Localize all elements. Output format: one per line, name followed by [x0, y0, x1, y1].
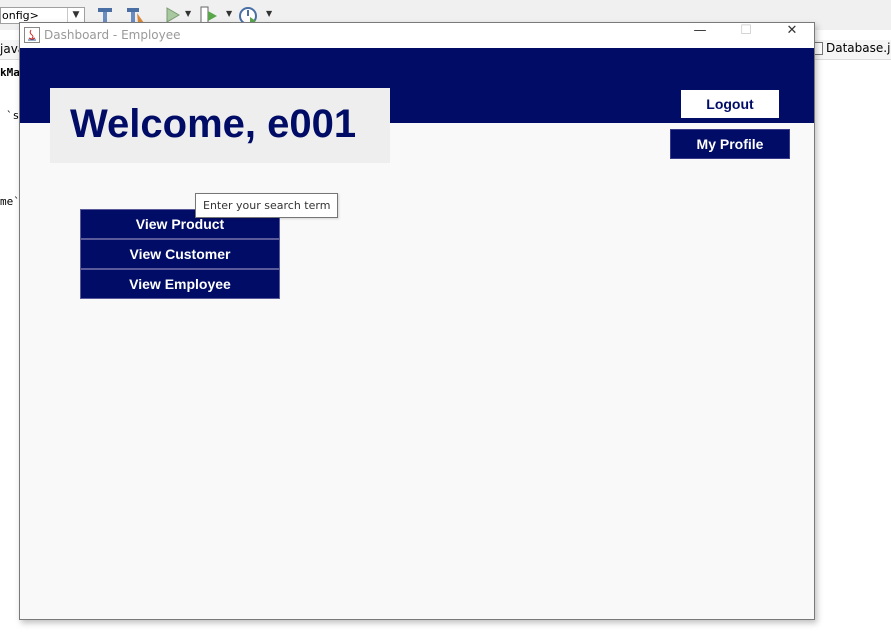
profile-dropdown-icon[interactable]: ▼: [266, 9, 272, 18]
code-fragment: me`: [0, 195, 20, 208]
view-employee-button[interactable]: View Employee: [80, 269, 280, 299]
code-fragment: kMa: [0, 66, 20, 79]
chevron-down-icon[interactable]: ▼: [67, 8, 84, 23]
title-bar[interactable]: Dashboard - Employee — ☐ ✕: [20, 23, 814, 48]
editor-tab-database[interactable]: Database.java: [812, 41, 891, 55]
search-tooltip: Enter your search term: [195, 193, 339, 218]
welcome-title: Welcome, e001: [70, 102, 357, 146]
minimize-icon[interactable]: —: [677, 23, 723, 48]
config-value: onfig>: [2, 9, 39, 22]
my-profile-button[interactable]: My Profile: [670, 129, 790, 159]
run-dropdown-icon[interactable]: ▼: [185, 9, 191, 18]
code-fragment: `s: [6, 109, 20, 122]
java-icon: [24, 27, 40, 43]
welcome-panel: Welcome, e001: [50, 88, 390, 163]
view-customer-button[interactable]: View Customer: [80, 239, 280, 269]
logout-button[interactable]: Logout: [680, 89, 780, 119]
debug-dropdown-icon[interactable]: ▼: [226, 9, 232, 18]
close-icon[interactable]: ✕: [769, 23, 815, 48]
window-title: Dashboard - Employee: [44, 28, 181, 42]
code-editor: kMa `s me`: [0, 60, 20, 639]
maximize-icon: ☐: [740, 23, 752, 38]
editor-tab-label: Database.java: [826, 41, 891, 55]
dashboard-window: Dashboard - Employee — ☐ ✕ Welcome, e001…: [19, 22, 815, 620]
